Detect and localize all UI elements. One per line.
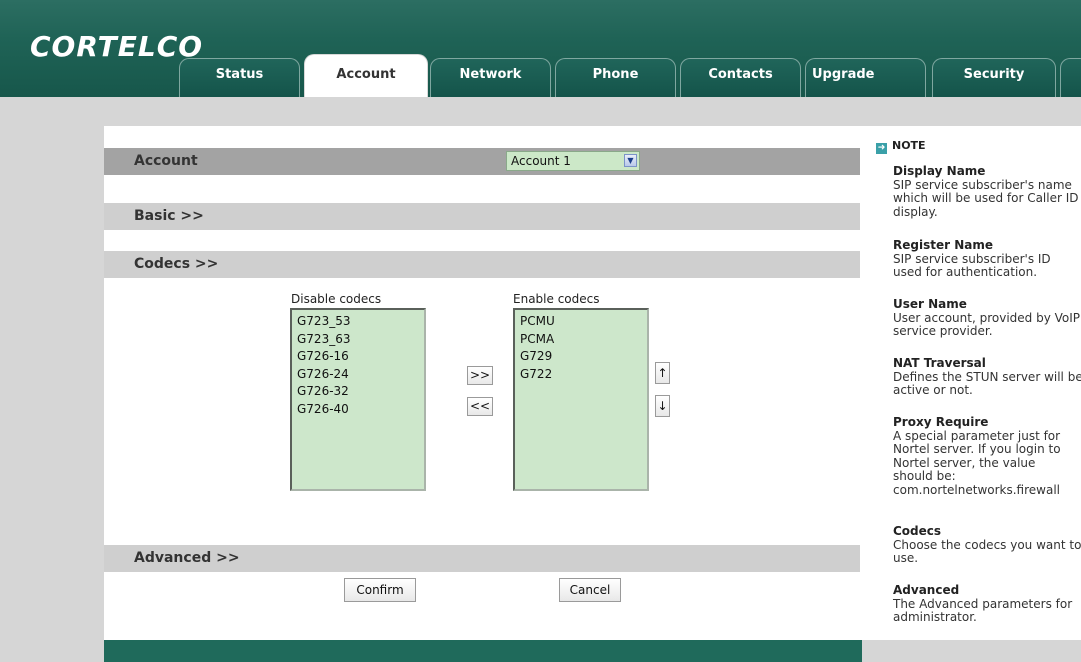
move-down-button[interactable]: ↓ (655, 395, 670, 417)
list-item[interactable]: G726-40 (297, 401, 419, 419)
account-select-value: Account 1 (511, 154, 571, 168)
tab-account[interactable]: Account (304, 54, 428, 97)
footer-bar (104, 640, 862, 662)
enable-codecs-caption: Enable codecs (513, 292, 600, 306)
note-text: SIP service subscriber's name which will… (893, 177, 1079, 219)
note-nat-traversal: NAT Traversal Defines the STUN server wi… (893, 356, 1081, 398)
note-codecs: Codecs Choose the codecs you want to use… (893, 524, 1081, 566)
note-title: User Name (893, 297, 967, 311)
note-text: The Advanced parameters for administrato… (893, 596, 1073, 624)
account-select[interactable]: Account 1 ▼ (506, 151, 640, 171)
advanced-section-label: Advanced >> (134, 550, 240, 566)
tab-network[interactable]: Network (430, 58, 551, 97)
codecs-section-header[interactable]: Codecs >> (104, 251, 860, 278)
advanced-section-header[interactable]: Advanced >> (104, 545, 860, 572)
tab-overflow[interactable] (1060, 58, 1081, 97)
cancel-button[interactable]: Cancel (559, 578, 621, 602)
note-text: Choose the codecs you want to use. (893, 537, 1081, 565)
account-section-header: Account Account 1 ▼ (104, 148, 860, 175)
list-item[interactable]: G726-32 (297, 383, 419, 401)
disabled-codecs-list[interactable]: G723_53 G723_63 G726-16 G726-24 G726-32 … (290, 308, 426, 491)
note-register-name: Register Name SIP service subscriber's I… (893, 238, 1081, 280)
account-label: Account (134, 153, 198, 169)
chevron-down-icon[interactable]: ▼ (624, 154, 637, 167)
confirm-button[interactable]: Confirm (344, 578, 416, 602)
note-title: Codecs (893, 524, 942, 538)
note-advanced: Advanced The Advanced parameters for adm… (893, 583, 1081, 625)
sub-header-bar (0, 97, 1081, 126)
note-text: User account, provided by VoIP service p… (893, 310, 1081, 338)
note-heading-label: NOTE (892, 139, 926, 152)
tab-upgrade[interactable]: Upgrade (805, 58, 926, 97)
note-text: SIP service subscriber's ID used for aut… (893, 251, 1051, 279)
list-item[interactable]: G723_53 (297, 313, 419, 331)
tab-security[interactable]: Security (932, 58, 1056, 97)
arrow-right-icon: ➜ (876, 143, 887, 154)
tab-contacts[interactable]: Contacts (680, 58, 801, 97)
enabled-codecs-list[interactable]: PCMU PCMA G729 G722 (513, 308, 649, 491)
note-display-name: Display Name SIP service subscriber's na… (893, 164, 1081, 219)
note-title: Proxy Require (893, 415, 989, 429)
list-item[interactable]: G726-24 (297, 366, 419, 384)
list-item[interactable]: G726-16 (297, 348, 419, 366)
note-proxy-require: Proxy Require A special parameter just f… (893, 415, 1078, 497)
cortelco-logo: CORTELCO (30, 30, 204, 63)
tab-phone[interactable]: Phone (555, 58, 676, 97)
move-right-button[interactable]: >> (467, 366, 493, 385)
list-item[interactable]: G729 (520, 348, 642, 366)
note-title: Advanced (893, 583, 960, 597)
note-user-name: User Name User account, provided by VoIP… (893, 297, 1081, 339)
tab-status[interactable]: Status (179, 58, 300, 97)
list-item[interactable]: PCMU (520, 313, 642, 331)
move-up-button[interactable]: ↑ (655, 362, 670, 384)
basic-section-header[interactable]: Basic >> (104, 203, 860, 230)
disable-codecs-caption: Disable codecs (291, 292, 382, 306)
note-text: Defines the STUN server will be active o… (893, 369, 1081, 397)
note-heading: ➜ NOTE (876, 139, 926, 154)
list-item[interactable]: PCMA (520, 331, 642, 349)
note-text: A special parameter just for Nortel serv… (893, 428, 1061, 497)
footer-right-bar (862, 640, 1081, 662)
codecs-section-label: Codecs >> (134, 256, 219, 272)
list-item[interactable]: G723_63 (297, 331, 419, 349)
list-item[interactable]: G722 (520, 366, 642, 384)
note-title: Register Name (893, 238, 993, 252)
left-gutter (0, 126, 104, 662)
note-title: Display Name (893, 164, 986, 178)
move-left-button[interactable]: << (467, 397, 493, 416)
basic-section-label: Basic >> (134, 208, 204, 224)
note-title: NAT Traversal (893, 356, 986, 370)
